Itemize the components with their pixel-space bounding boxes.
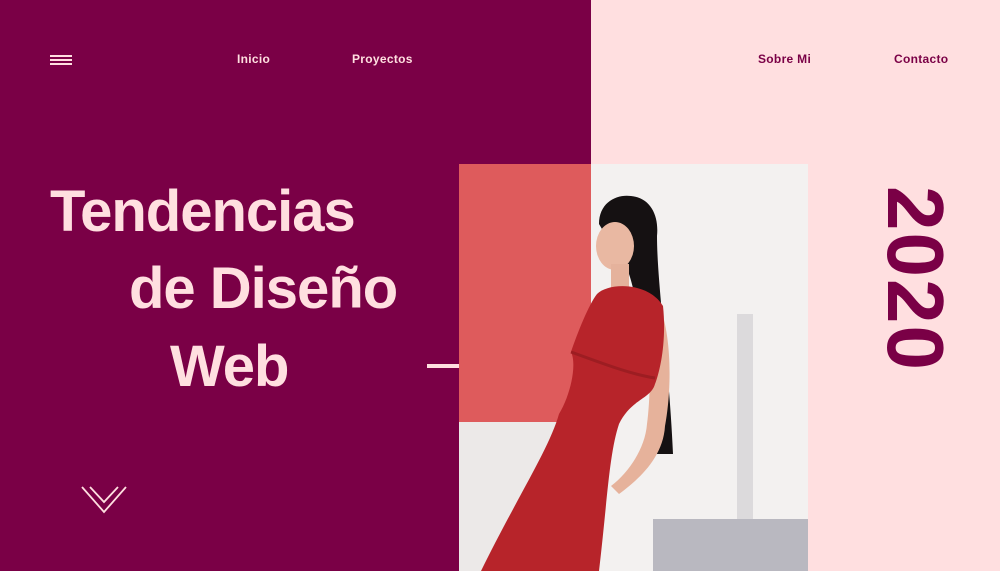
nav-link-proyectos[interactable]: Proyectos: [352, 52, 413, 66]
hero-photo: [459, 164, 808, 571]
year-label: 2020: [871, 186, 960, 372]
hero-title-line-1: Tendencias: [50, 179, 356, 244]
nav-link-inicio[interactable]: Inicio: [237, 52, 270, 66]
nav-link-contacto[interactable]: Contacto: [894, 52, 948, 66]
hero-title-line-2: de Diseño: [129, 256, 398, 321]
hamburger-menu-icon[interactable]: [50, 55, 72, 65]
woman-in-red-dress-illustration: [459, 164, 808, 571]
hero-title-line-3: Web: [170, 334, 289, 399]
nav-link-sobre-mi[interactable]: Sobre Mi: [758, 52, 811, 66]
chevron-down-icon[interactable]: [80, 482, 128, 516]
